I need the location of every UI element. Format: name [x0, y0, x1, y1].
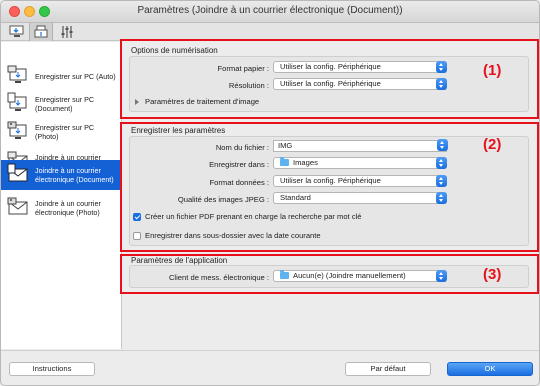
file-name-value: IMG: [278, 141, 293, 150]
chevron-updown-icon: [436, 175, 447, 187]
general-settings-icon: [61, 26, 73, 38]
save-settings-group: [129, 136, 529, 246]
jpeg-quality-label: Qualité des images JPEG :: [177, 195, 269, 204]
searchable-pdf-label: Créer un fichier PDF prenant en charge l…: [145, 212, 362, 221]
sidebar-item-save-pc-photo[interactable]: Enregistrer sur PC (Photo): [1, 116, 122, 148]
jpeg-quality-value: Standard: [280, 193, 311, 202]
main-panel: Options de numérisation (1) Format papie…: [120, 39, 539, 349]
resolution-select[interactable]: Utiliser la config. Périphérique: [273, 78, 447, 90]
folder-icon: [280, 270, 289, 279]
save-to-pc-photo-icon: [7, 120, 31, 144]
disclosure-triangle-icon: [135, 98, 139, 105]
email-client-value: Aucun(e) (Joindre manuellement): [293, 271, 406, 280]
email-client-label: Client de mess. électronique :: [168, 273, 269, 282]
section-number-1: (1): [483, 62, 502, 79]
searchable-pdf-checkbox[interactable]: [133, 212, 141, 221]
app-settings-title: Paramètres de l'application: [131, 256, 228, 265]
footer: Instructions Par défaut OK: [1, 350, 539, 385]
chevron-updown-icon: [436, 157, 447, 169]
data-format-value: Utiliser la config. Périphérique: [280, 176, 381, 185]
jpeg-quality-select[interactable]: Standard: [273, 192, 447, 204]
scan-from-panel-icon: [34, 25, 48, 38]
chevron-down-icon: [437, 139, 448, 151]
resolution-label: Résolution :: [228, 81, 269, 90]
subfolder-label: Enregistrer dans sous-dossier avec la da…: [145, 231, 321, 240]
resolution-value: Utiliser la config. Périphérique: [280, 79, 381, 88]
paper-size-value: Utiliser la config. Périphérique: [280, 62, 381, 71]
subfolder-checkbox[interactable]: [133, 231, 141, 240]
email-client-select[interactable]: Aucun(e) (Joindre manuellement): [273, 270, 447, 282]
settings-window: Paramètres (Joindre à un courrier électr…: [0, 0, 540, 386]
attach-email-photo-icon: [7, 196, 31, 220]
save-in-label: Enregistrer dans :: [209, 160, 269, 169]
file-name-label: Nom du fichier :: [215, 143, 269, 152]
data-format-label: Format données :: [209, 178, 269, 187]
title-bar: Paramètres (Joindre à un courrier électr…: [1, 1, 539, 23]
chevron-updown-icon: [436, 192, 447, 204]
tab-scan-to-pc[interactable]: [5, 23, 29, 41]
sidebar-item-label: Enregistrer sur PC (Auto): [35, 71, 116, 81]
attach-email-document-icon: [7, 163, 31, 187]
subfolder-checkbox-row[interactable]: Enregistrer dans sous-dossier avec la da…: [133, 231, 321, 240]
sidebar-item-label: Enregistrer sur PC (Photo): [35, 123, 95, 141]
tab-scan-from-panel[interactable]: [29, 23, 53, 41]
save-settings-title: Enregistrer les paramètres: [131, 126, 226, 135]
defaults-button[interactable]: Par défaut: [345, 362, 431, 376]
window-title: Paramètres (Joindre à un courrier électr…: [137, 5, 403, 16]
instructions-button[interactable]: Instructions: [9, 362, 95, 376]
scan-to-pc-icon: [9, 25, 24, 37]
sidebar-item-email-document[interactable]: Joindre à un courrier électronique (Docu…: [1, 160, 122, 190]
save-in-select[interactable]: Images: [273, 157, 447, 169]
sidebar-item-label: Joindre à un courrier électronique (Phot…: [35, 199, 101, 217]
sidebar: Enregistrer sur PC (Auto) Enregistrer su…: [1, 42, 122, 349]
image-processing-disclosure[interactable]: Paramètres de traitement d'image: [135, 97, 259, 106]
paper-size-label: Format papier :: [217, 64, 270, 73]
sidebar-item-email-photo[interactable]: Joindre à un courrier électronique (Phot…: [1, 192, 122, 224]
section-number-2: (2): [483, 136, 502, 153]
sidebar-item-label: Joindre à un courrier électronique (Docu…: [35, 166, 114, 184]
ok-button[interactable]: OK: [447, 362, 533, 376]
section-number-3: (3): [483, 266, 502, 283]
chevron-updown-icon: [436, 78, 447, 90]
file-name-field[interactable]: IMG: [273, 139, 448, 152]
save-to-pc-document-icon: [7, 92, 31, 116]
chevron-updown-icon: [436, 270, 447, 282]
data-format-select[interactable]: Utiliser la config. Périphérique: [273, 175, 447, 187]
sidebar-item-label: Enregistrer sur PC (Document): [35, 95, 95, 113]
image-processing-label: Paramètres de traitement d'image: [145, 97, 260, 106]
tab-general-settings[interactable]: [55, 23, 79, 41]
scan-options-title: Options de numérisation: [131, 46, 218, 55]
paper-size-select[interactable]: Utiliser la config. Périphérique: [273, 61, 447, 73]
save-in-value: Images: [293, 158, 318, 167]
chevron-updown-icon: [436, 61, 447, 73]
file-name-dropdown[interactable]: [436, 139, 448, 152]
searchable-pdf-checkbox-row[interactable]: Créer un fichier PDF prenant en charge l…: [133, 212, 362, 221]
save-to-pc-auto-icon: [7, 64, 31, 88]
folder-icon: [280, 157, 289, 166]
